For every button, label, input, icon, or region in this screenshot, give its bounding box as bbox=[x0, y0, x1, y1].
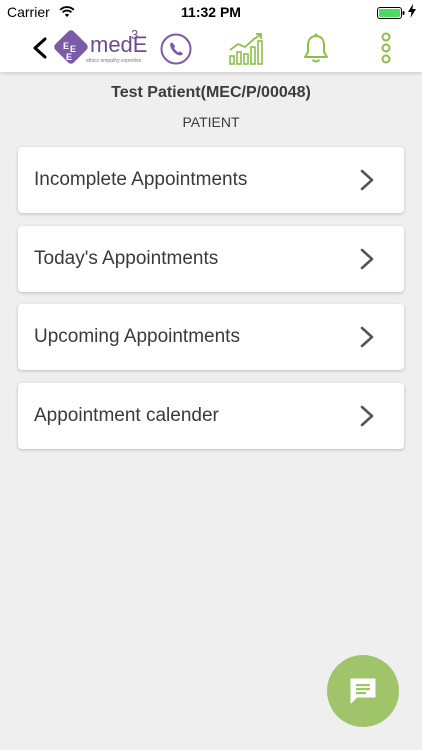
menu-item-todays-appointments[interactable]: Today's Appointments bbox=[18, 226, 404, 292]
patient-name: Test Patient(MEC/P/00048) bbox=[111, 84, 311, 101]
menu-item-appointment-calendar[interactable]: Appointment calender bbox=[18, 383, 404, 449]
bell-icon[interactable] bbox=[299, 32, 333, 66]
chat-icon bbox=[350, 678, 376, 704]
status-time: 11:32 PM bbox=[181, 4, 241, 20]
phone-icon[interactable] bbox=[159, 32, 193, 66]
charging-icon bbox=[408, 4, 416, 21]
battery-icon bbox=[377, 6, 405, 22]
logo-superscript: 3 bbox=[131, 27, 139, 42]
chat-button[interactable] bbox=[327, 655, 399, 727]
chevron-right-icon bbox=[359, 325, 375, 349]
patient-role: PATIENT bbox=[182, 114, 240, 130]
menu-item-incomplete-appointments[interactable]: Incomplete Appointments bbox=[18, 147, 404, 213]
chart-icon[interactable] bbox=[228, 32, 263, 66]
status-bar: Carrier 11:32 PM bbox=[0, 0, 422, 24]
menu-item-label: Appointment calender bbox=[34, 405, 219, 426]
more-vertical-icon[interactable] bbox=[376, 32, 396, 66]
svg-text:E: E bbox=[63, 41, 69, 51]
menu-item-upcoming-appointments[interactable]: Upcoming Appointments bbox=[18, 304, 404, 370]
menu-item-label: Upcoming Appointments bbox=[34, 326, 240, 347]
chevron-right-icon bbox=[359, 168, 375, 192]
back-chevron-icon[interactable] bbox=[30, 36, 50, 60]
logo-text: medE bbox=[90, 32, 148, 57]
menu-item-label: Today's Appointments bbox=[34, 248, 219, 269]
navigation-bar: E E E medE 3 ethics empathy expertise bbox=[0, 24, 422, 72]
logo-tagline: ethics empathy expertise bbox=[86, 58, 142, 64]
chevron-right-icon bbox=[359, 247, 375, 271]
chevron-right-icon bbox=[359, 404, 375, 428]
svg-text:E: E bbox=[66, 52, 72, 62]
menu-item-label: Incomplete Appointments bbox=[34, 169, 248, 190]
